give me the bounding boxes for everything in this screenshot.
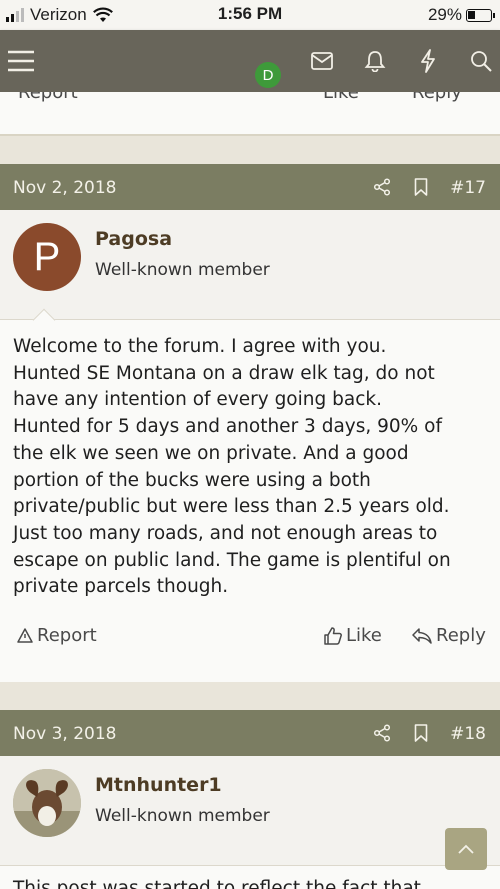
menu-icon[interactable]: [6, 46, 36, 76]
battery-icon: [466, 8, 495, 22]
share-icon[interactable]: [372, 176, 392, 198]
body-line: Hunted SE Montana on a draw elk tag, do …: [13, 362, 435, 384]
prev-like-button[interactable]: Like: [323, 92, 359, 103]
reply-icon: [412, 627, 432, 644]
post-card: Nov 2, 2018 #17 P Pagosa Well-known memb…: [0, 164, 500, 682]
thumbs-up-icon: [324, 626, 342, 645]
user-avatar[interactable]: D: [255, 62, 281, 88]
body-line: Hunted for 5 days and another 3 days, 90…: [13, 416, 442, 438]
user-avatar-mtnhunter1[interactable]: [13, 769, 81, 837]
post-number[interactable]: #17: [450, 178, 486, 198]
post-date[interactable]: Nov 2, 2018: [13, 178, 116, 198]
body-line: portion of the bucks were using a both: [13, 469, 371, 491]
search-icon[interactable]: [466, 46, 496, 76]
bell-icon[interactable]: [360, 46, 390, 76]
battery-percent: 29%: [427, 5, 462, 24]
post-header: Nov 2, 2018 #17: [0, 164, 500, 210]
clock: 1:56 PM: [217, 4, 283, 23]
report-label: Report: [37, 625, 97, 647]
status-bar: Verizon 1:56 PM 29%: [0, 0, 500, 30]
battery-group: 29%: [427, 5, 495, 25]
reply-button[interactable]: Reply: [411, 625, 486, 646]
flag-icon: [17, 627, 33, 643]
username[interactable]: Pagosa: [95, 228, 172, 250]
inbox-icon[interactable]: [307, 46, 337, 76]
body-line: the elk we seen we on private. And a goo…: [13, 442, 409, 464]
user-info: Mtnhunter1 Well-known member: [0, 756, 500, 866]
prev-like-label: Like: [323, 92, 359, 103]
body-line: private parcels though.: [13, 576, 229, 598]
post-header: Nov 3, 2018 #18: [0, 710, 500, 756]
user-title: Well-known member: [95, 260, 270, 280]
scroll-top-button[interactable]: [445, 828, 487, 870]
user-info: P Pagosa Well-known member: [0, 210, 500, 332]
like-label: Like: [346, 625, 382, 647]
body-line: escape on public land. The game is plent…: [13, 549, 451, 571]
previous-post-footer: Report Like Reply: [0, 92, 500, 136]
post-date[interactable]: Nov 3, 2018: [13, 724, 116, 744]
post-body: Welcome to the forum. I agree with you. …: [0, 320, 500, 601]
body-line: have any intention of every going back.: [13, 389, 382, 411]
user-avatar-pagosa[interactable]: P: [13, 223, 81, 291]
forum-navbar: D: [0, 30, 500, 92]
bookmark-icon[interactable]: [411, 722, 431, 744]
body-line: Welcome to the forum. I agree with you.: [13, 336, 387, 357]
post-actions: Report Like Reply: [0, 617, 500, 657]
share-icon[interactable]: [372, 722, 392, 744]
prev-reply-label: Reply: [412, 92, 462, 103]
post-card: Nov 3, 2018 #18 Mtnhunter1 Well-known me…: [0, 710, 500, 889]
post-number[interactable]: #18: [450, 724, 486, 744]
reply-label: Reply: [436, 625, 486, 647]
prev-report-button[interactable]: Report: [18, 92, 78, 103]
body-line: private/public but were less than 2.5 ye…: [13, 496, 450, 518]
username[interactable]: Mtnhunter1: [95, 774, 222, 796]
bookmark-icon[interactable]: [411, 176, 431, 198]
prev-report-label: Report: [18, 92, 78, 103]
like-button[interactable]: Like: [323, 625, 382, 646]
prev-reply-button[interactable]: Reply: [412, 92, 462, 103]
user-title: Well-known member: [95, 806, 270, 826]
bolt-icon[interactable]: [413, 46, 443, 76]
chevron-up-icon: [458, 844, 474, 854]
post-body-start: This post was started to reflect the fac…: [13, 878, 421, 889]
report-button[interactable]: Report: [16, 625, 97, 646]
body-line: Just too many roads, and not enough area…: [13, 522, 438, 544]
